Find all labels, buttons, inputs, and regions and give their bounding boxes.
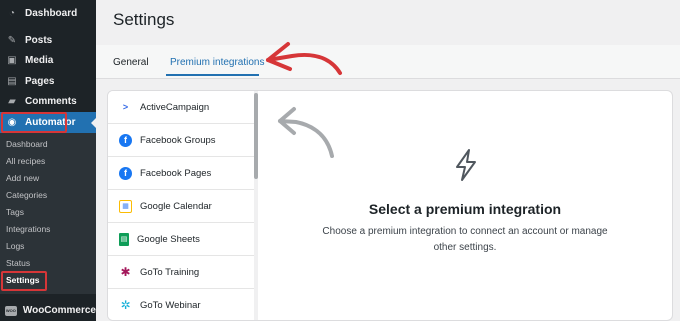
sidebar-item-label: Posts bbox=[25, 35, 53, 46]
submenu-logs[interactable]: Logs bbox=[6, 238, 24, 255]
pin-icon: ✎ bbox=[7, 35, 17, 46]
sidebar-item-label: Media bbox=[25, 55, 54, 66]
media-icon: ▣ bbox=[7, 55, 17, 66]
google-sheets-icon: ▤ bbox=[119, 232, 129, 246]
google-calendar-icon: ▦ bbox=[119, 199, 132, 213]
submenu-status[interactable]: Status bbox=[6, 255, 30, 272]
facebook-icon: f bbox=[119, 166, 132, 180]
submenu-categories[interactable]: Categories bbox=[6, 187, 47, 204]
integration-label: GoTo Webinar bbox=[140, 299, 201, 311]
tab-premium-integrations[interactable]: Premium integrations bbox=[170, 57, 264, 68]
sidebar-item-label: Pages bbox=[25, 76, 55, 87]
sidebar-item-woocommerce[interactable]: WOO WooCommerce bbox=[0, 300, 96, 321]
integration-item-facebook-pages[interactable]: f Facebook Pages bbox=[108, 157, 254, 190]
page-title: Settings bbox=[113, 10, 175, 29]
lightning-icon bbox=[456, 149, 476, 181]
integration-item-goto-webinar[interactable]: ✲ GoTo Webinar bbox=[108, 289, 254, 320]
empty-state-description: Choose a premium integration to connect … bbox=[322, 226, 608, 253]
integration-list: > ActiveCampaign f Facebook Groups f Fac… bbox=[108, 91, 258, 320]
integration-label: ActiveCampaign bbox=[140, 101, 210, 113]
comment-icon: ▰ bbox=[8, 96, 16, 107]
integration-item-goto-training[interactable]: ✱ GoTo Training bbox=[108, 256, 254, 289]
integration-label: Facebook Pages bbox=[140, 167, 212, 179]
sidebar-item-media[interactable]: ▣ Media bbox=[0, 50, 96, 71]
active-menu-arrow bbox=[91, 117, 97, 129]
goto-webinar-icon: ✲ bbox=[120, 298, 131, 312]
integration-item-activecampaign[interactable]: > ActiveCampaign bbox=[108, 91, 254, 124]
sidebar-item-dashboard[interactable]: ◔ Dashboard bbox=[0, 3, 96, 24]
integration-label: Google Calendar bbox=[140, 200, 212, 212]
sidebar-item-pages[interactable]: ▤ Pages bbox=[0, 71, 96, 92]
submenu-all-recipes[interactable]: All recipes bbox=[6, 153, 45, 170]
sidebar-item-posts[interactable]: ✎ Posts bbox=[0, 30, 96, 51]
woocommerce-icon: WOO bbox=[5, 305, 17, 316]
submenu-integrations[interactable]: Integrations bbox=[6, 221, 50, 238]
activecampaign-icon: > bbox=[122, 102, 129, 112]
integration-item-facebook-groups[interactable]: f Facebook Groups bbox=[108, 124, 254, 157]
scrollbar-thumb[interactable] bbox=[254, 93, 258, 179]
integration-item-google-calendar[interactable]: ▦ Google Calendar bbox=[108, 190, 254, 223]
submenu-tags[interactable]: Tags bbox=[6, 204, 24, 221]
facebook-icon: f bbox=[119, 133, 132, 147]
active-tab-indicator bbox=[166, 74, 259, 76]
submenu-dashboard[interactable]: Dashboard bbox=[6, 136, 48, 153]
automator-highlight-box bbox=[1, 112, 67, 133]
sidebar-item-label: Dashboard bbox=[25, 8, 78, 19]
integration-item-google-sheets[interactable]: ▤ Google Sheets bbox=[108, 223, 254, 256]
page-icon: ▤ bbox=[7, 76, 17, 87]
sidebar-item-label: Comments bbox=[25, 96, 77, 107]
settings-highlight-box bbox=[1, 271, 47, 291]
integration-label: Google Sheets bbox=[137, 233, 200, 245]
integration-label: GoTo Training bbox=[140, 266, 200, 278]
submenu-add-new[interactable]: Add new bbox=[6, 170, 39, 187]
empty-state-title: Select a premium integration bbox=[368, 201, 562, 217]
integration-label: Facebook Groups bbox=[140, 134, 216, 146]
sidebar-item-comments[interactable]: ▰ Comments bbox=[0, 91, 96, 112]
dashboard-icon: ◔ bbox=[8, 8, 16, 19]
tab-general[interactable]: General bbox=[113, 57, 149, 68]
goto-training-icon: ✱ bbox=[120, 265, 131, 279]
sidebar-item-label: WooCommerce bbox=[22, 305, 96, 316]
